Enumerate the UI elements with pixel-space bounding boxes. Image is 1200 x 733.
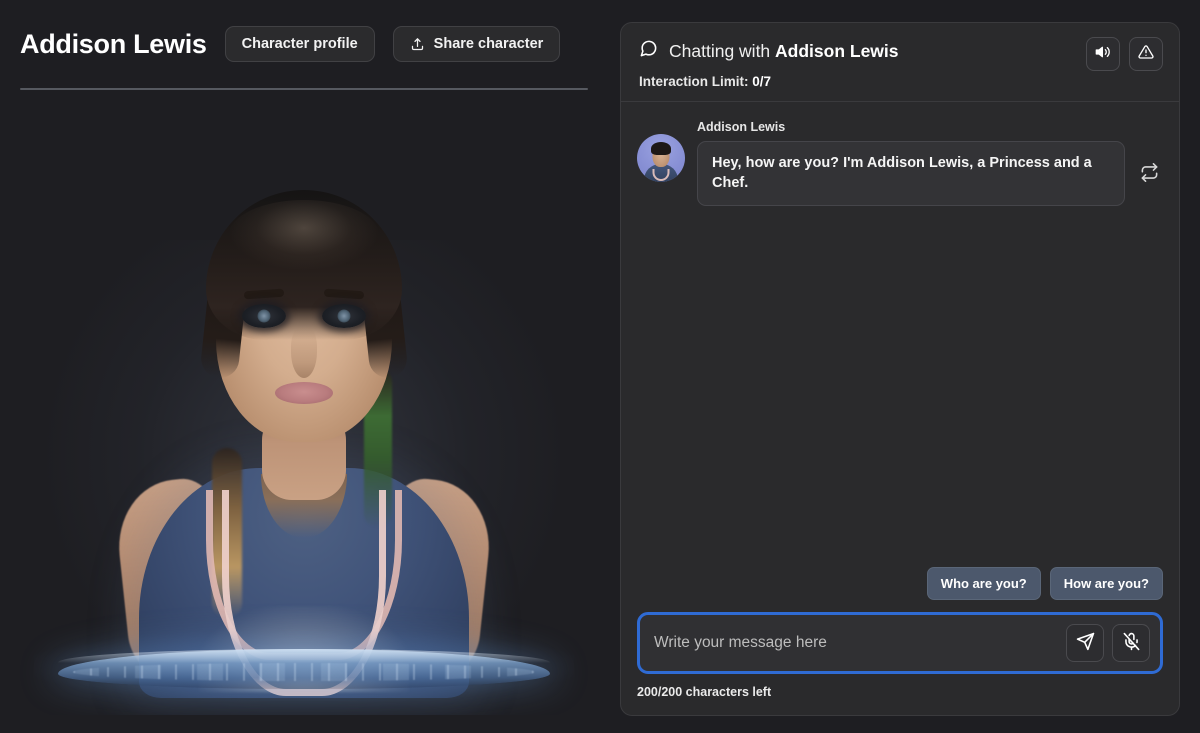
send-button[interactable]: [1066, 624, 1104, 662]
hair-sheen: [229, 200, 379, 270]
speaker-volume-icon: [1095, 44, 1111, 65]
eye-left: [242, 304, 286, 328]
character-portrait-stage: [0, 90, 608, 715]
microphone-muted-icon: [1122, 632, 1141, 654]
message-column: Addison Lewis Hey, how are you? I'm Addi…: [697, 120, 1163, 207]
warning-triangle-icon: [1138, 44, 1154, 65]
composer-actions: [1066, 624, 1150, 662]
page-title: Addison Lewis: [20, 28, 207, 59]
character-portrait-figure: [94, 118, 514, 698]
character-profile-button[interactable]: Character profile: [224, 26, 375, 62]
lips: [275, 382, 333, 404]
speaker-volume-button[interactable]: [1086, 37, 1120, 71]
chat-header: Chatting with Addison Lewis Interaction …: [621, 23, 1179, 102]
message-list[interactable]: Addison Lewis Hey, how are you? I'm Addi…: [621, 102, 1179, 567]
report-warning-button[interactable]: [1129, 37, 1163, 71]
message-bubble: Hey, how are you? I'm Addison Lewis, a P…: [697, 141, 1125, 207]
character-counter: 200/200 characters left: [637, 685, 772, 699]
microphone-button[interactable]: [1112, 624, 1150, 662]
message-sender: Addison Lewis: [697, 120, 786, 134]
chat-panel: Chatting with Addison Lewis Interaction …: [620, 22, 1180, 716]
composer-wrap: [621, 612, 1179, 674]
share-upload-icon: [410, 37, 425, 52]
interaction-limit: Interaction Limit: 0/7: [639, 74, 1161, 89]
suggestion-chip-who-are-you[interactable]: Who are you?: [926, 567, 1041, 600]
avatar: [637, 134, 685, 182]
hologram-platform: [58, 649, 550, 689]
interaction-limit-value: 0/7: [752, 74, 772, 89]
character-profile-label: Character profile: [241, 36, 358, 52]
message-input[interactable]: [654, 634, 1066, 652]
character-pane: Addison Lewis Character profile Share ch…: [0, 0, 608, 733]
character-chat-app: Addison Lewis Character profile Share ch…: [0, 0, 1200, 733]
chat-header-actions: [1086, 37, 1163, 71]
chat-title-name: Addison Lewis: [775, 40, 899, 61]
regenerate-message-button[interactable]: [1135, 160, 1163, 188]
eye-right: [322, 304, 366, 328]
speech-bubble-icon: [639, 39, 658, 63]
character-header: Addison Lewis Character profile Share ch…: [0, 0, 608, 66]
nose: [291, 326, 317, 378]
chat-title-prefix: Chatting with: [669, 40, 776, 61]
interaction-limit-label: Interaction Limit:: [639, 74, 753, 89]
avatar-hair: [651, 142, 671, 155]
chat-title: Chatting with Addison Lewis: [669, 41, 899, 62]
message-bubble-row: Hey, how are you? I'm Addison Lewis, a P…: [697, 141, 1163, 207]
chat-title-row: Chatting with Addison Lewis: [639, 39, 1161, 63]
suggestion-chips: Who are you? How are you?: [621, 567, 1179, 612]
message-composer: [637, 612, 1163, 674]
repeat-arrows-icon: [1140, 162, 1159, 185]
message-row: Addison Lewis Hey, how are you? I'm Addi…: [637, 120, 1163, 207]
share-character-label: Share character: [433, 36, 544, 52]
send-paper-plane-icon: [1076, 632, 1095, 654]
suggestion-chip-how-are-you[interactable]: How are you?: [1049, 567, 1163, 600]
share-character-button[interactable]: Share character: [392, 26, 561, 62]
